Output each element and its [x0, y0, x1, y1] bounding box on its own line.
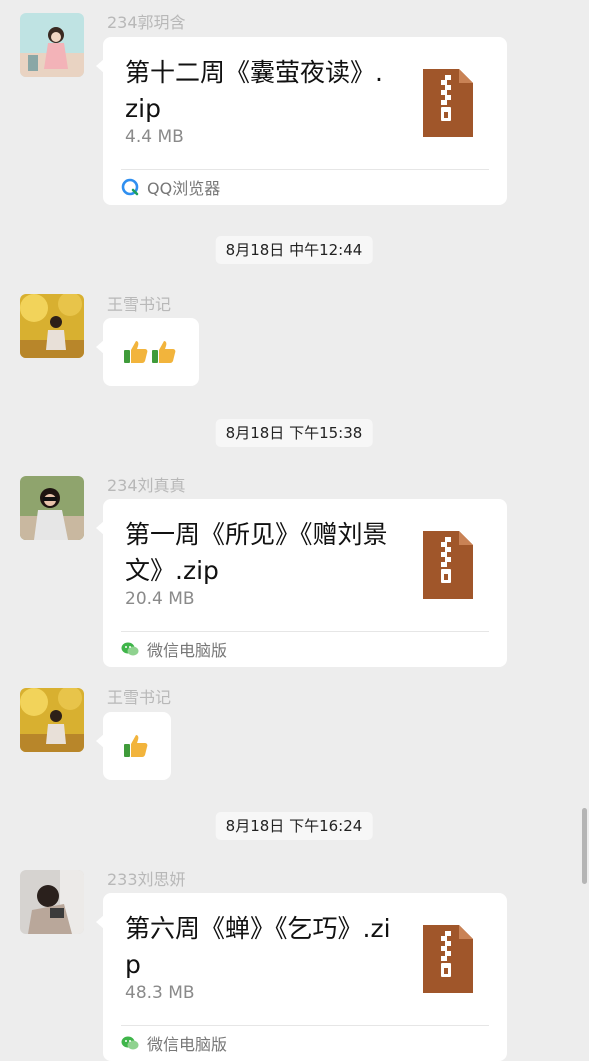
avatar[interactable] — [20, 476, 84, 540]
timestamp: 8月18日 下午16:24 — [215, 812, 373, 840]
timestamp: 8月18日 下午15:38 — [215, 419, 373, 447]
source-label: 微信电脑版 — [147, 1035, 228, 1054]
file-source: QQ浏览器 — [121, 176, 220, 198]
source-label: 微信电脑版 — [147, 641, 228, 660]
thumbs-up-icon — [124, 341, 148, 363]
sender-name: 王雪书记 — [107, 295, 172, 314]
sender-name: 王雪书记 — [107, 688, 172, 707]
file-message[interactable]: 第六周《蝉》《乞巧》.zip 48.3 MB 微信电脑版 — [96, 893, 507, 1061]
file-message[interactable]: 第十二周《囊萤夜读》.zip 4.4 MB QQ浏览器 — [96, 37, 507, 205]
avatar[interactable] — [20, 688, 84, 752]
avatar[interactable] — [20, 870, 84, 934]
thumbs-up-icon — [152, 341, 176, 363]
scrollbar-thumb[interactable] — [582, 808, 587, 884]
sender-name: 233刘思妍 — [107, 870, 186, 889]
divider — [121, 631, 489, 632]
timestamp: 8月18日 中午12:44 — [215, 236, 373, 264]
emoji-message[interactable] — [96, 318, 199, 386]
emoji-message[interactable] — [96, 712, 171, 780]
file-name: 第六周《蝉》《乞巧》.zip — [125, 914, 391, 979]
divider — [121, 169, 489, 170]
file-message[interactable]: 第一周《所见》《赠刘景文》.zip 20.4 MB 微信电脑版 — [96, 499, 507, 667]
file-source: 微信电脑版 — [121, 638, 227, 660]
file-name: 第一周《所见》《赠刘景文》.zip — [125, 520, 388, 585]
file-size: 48.3 MB — [125, 983, 195, 1003]
divider — [121, 1025, 489, 1026]
thumbs-up-icon — [124, 735, 148, 757]
zip-file-icon — [423, 925, 473, 993]
wechat-pc-icon — [121, 642, 139, 656]
source-label: QQ浏览器 — [147, 179, 221, 198]
avatar[interactable] — [20, 294, 84, 358]
file-size: 20.4 MB — [125, 589, 195, 609]
file-size: 4.4 MB — [125, 127, 184, 147]
sender-name: 234郭玥含 — [107, 13, 186, 32]
sender-name: 234刘真真 — [107, 476, 186, 495]
qq-browser-icon — [121, 178, 139, 196]
zip-file-icon — [423, 531, 473, 599]
zip-file-icon — [423, 69, 473, 137]
file-source: 微信电脑版 — [121, 1032, 227, 1054]
avatar[interactable] — [20, 13, 84, 77]
wechat-pc-icon — [121, 1036, 139, 1050]
file-name: 第十二周《囊萤夜读》.zip — [125, 58, 383, 123]
